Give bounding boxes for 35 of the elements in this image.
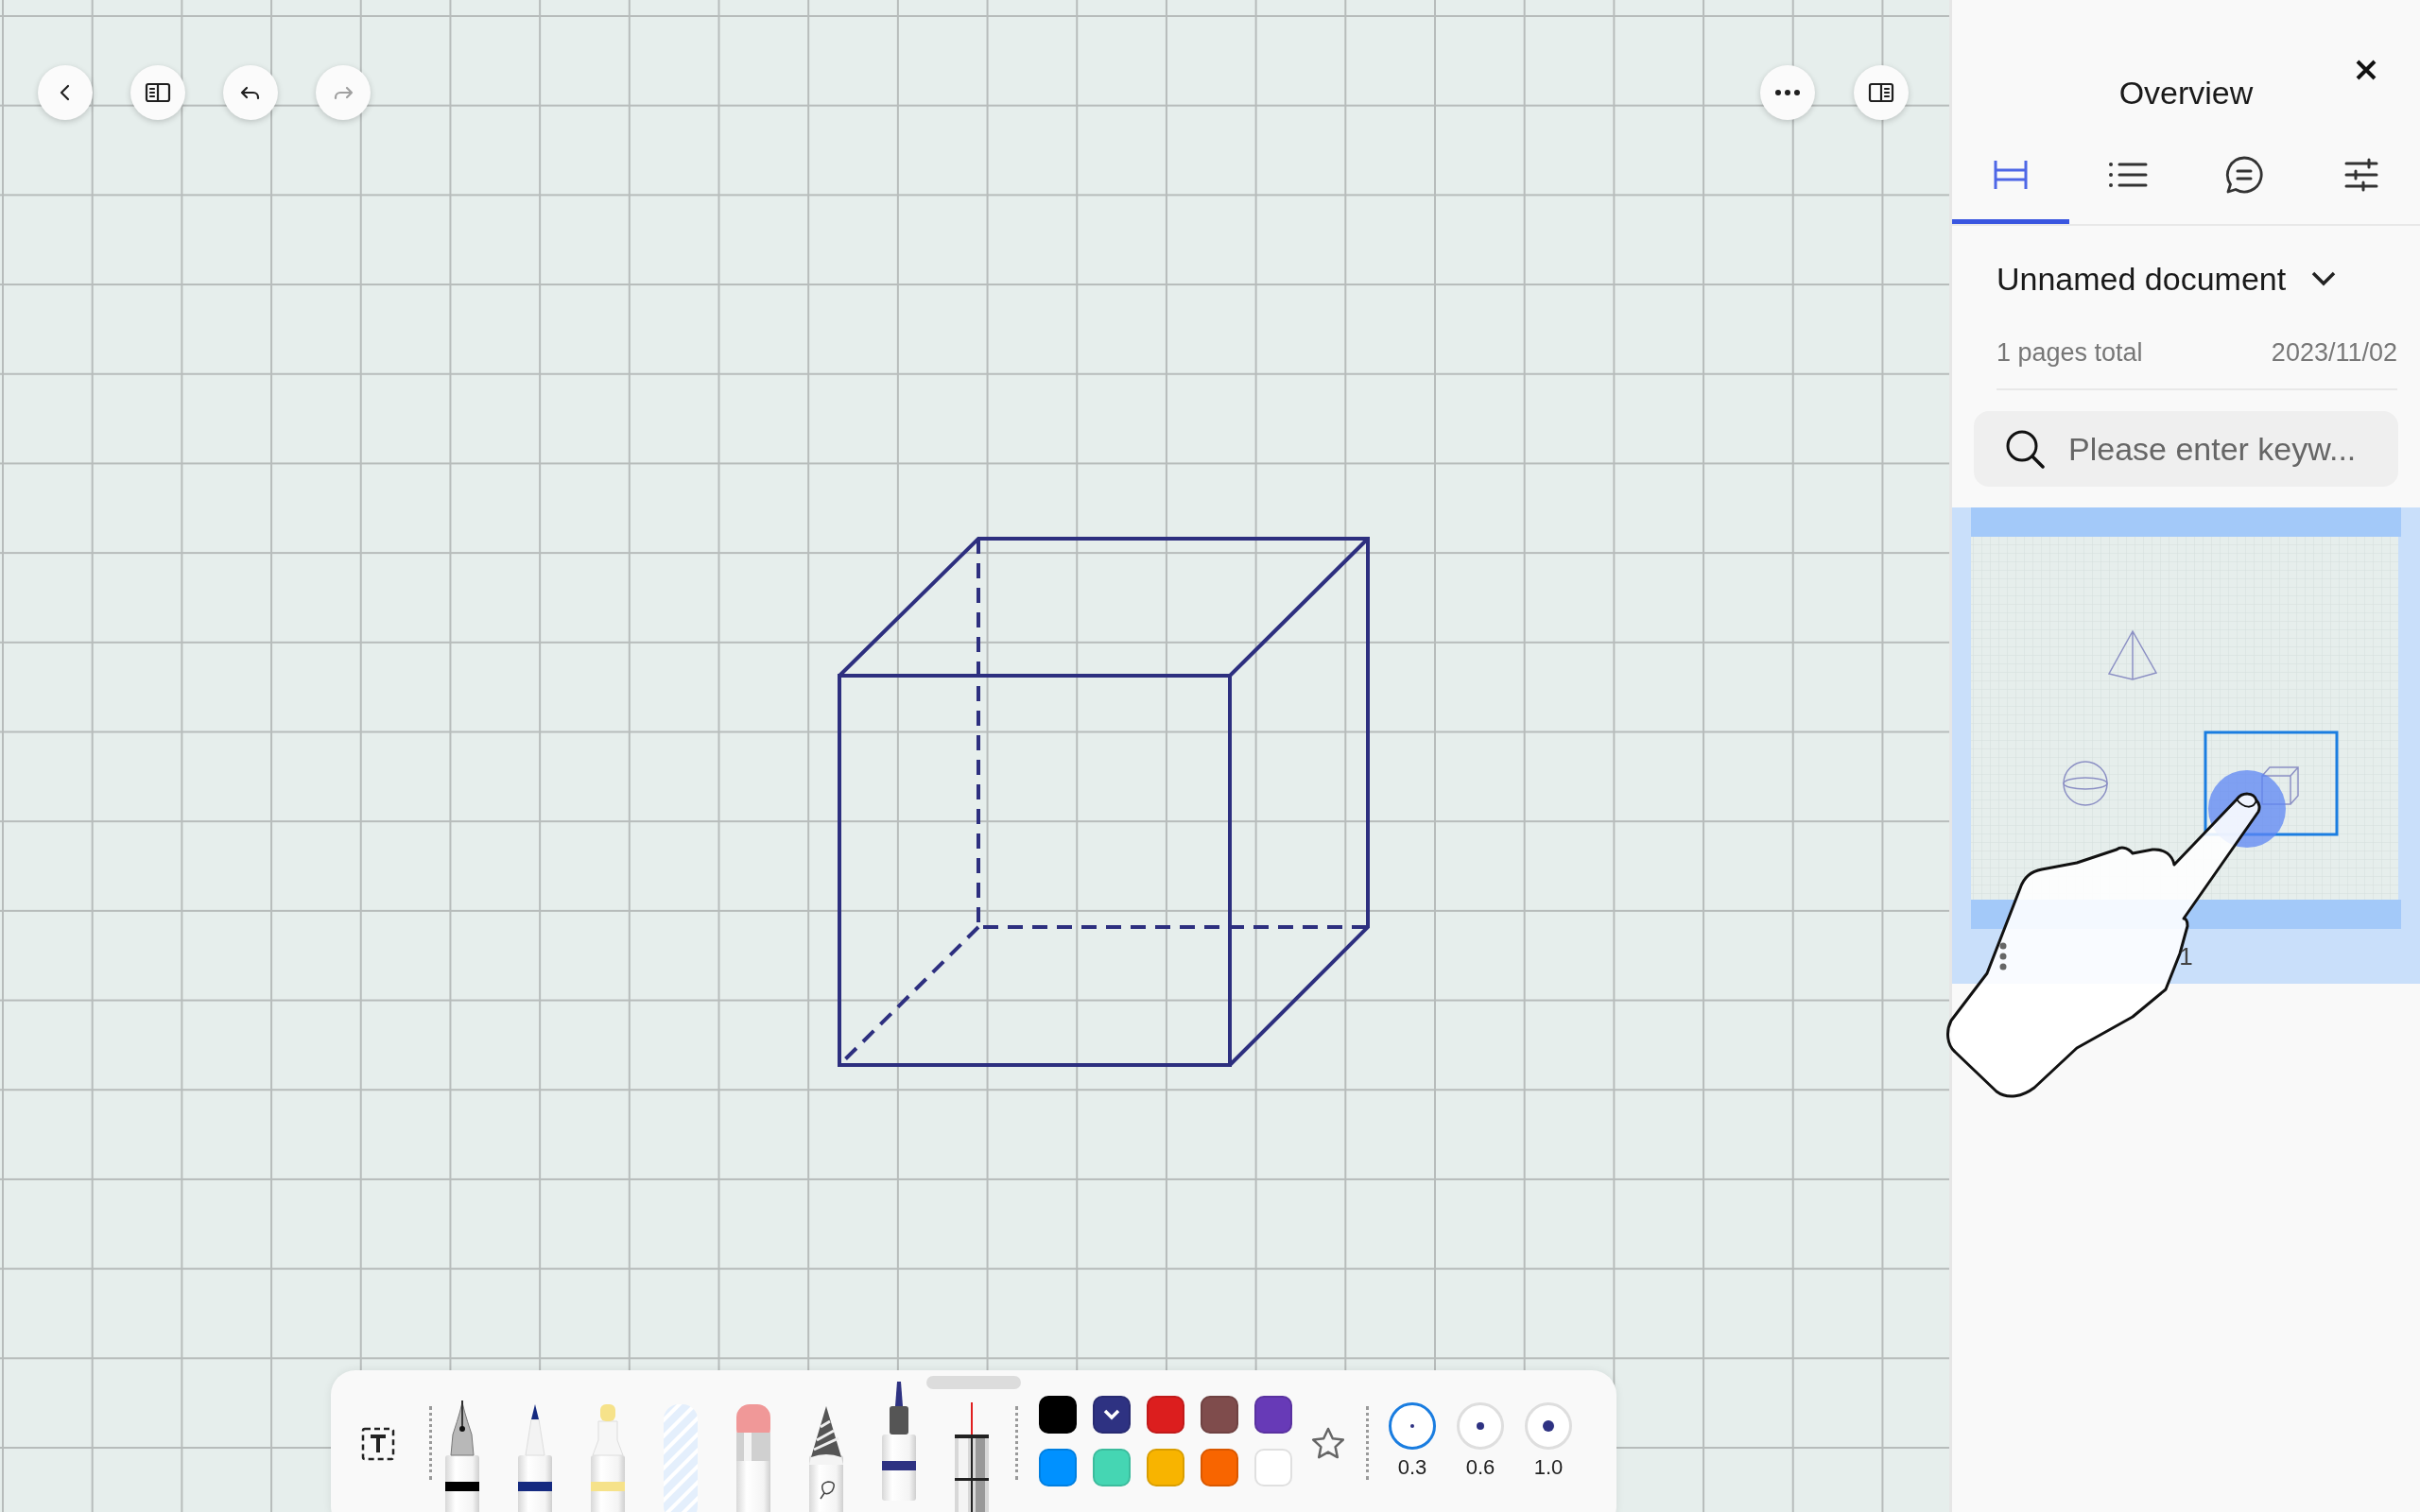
- color-swatch[interactable]: [1093, 1449, 1131, 1486]
- document-date: 2023/11/02: [2271, 337, 2397, 369]
- chevron-down-icon[interactable]: [2310, 270, 2338, 287]
- more-icon: [1774, 89, 1801, 96]
- star-icon[interactable]: [1311, 1427, 1345, 1459]
- close-icon: [2355, 59, 2377, 81]
- text-tool-icon[interactable]: [361, 1427, 395, 1461]
- panel-title: Overview: [2118, 74, 2254, 112]
- color-swatch[interactable]: [1039, 1449, 1077, 1486]
- comment-icon: [2224, 154, 2265, 195]
- more-button[interactable]: [1760, 65, 1815, 120]
- chevron-down-icon: [1103, 1409, 1120, 1420]
- sliders-icon: [2344, 157, 2379, 192]
- document-name: Unnamed document: [1996, 260, 2287, 299]
- list-icon: [2107, 161, 2148, 188]
- sidebar-icon: [1868, 81, 1894, 104]
- panel-button[interactable]: [1854, 65, 1909, 120]
- page-count: 1 pages total: [1996, 337, 2143, 369]
- drag-handle[interactable]: [926, 1376, 1021, 1389]
- color-swatch[interactable]: [1147, 1449, 1184, 1486]
- page-number: 1: [2179, 940, 2193, 972]
- color-swatch[interactable]: [1093, 1396, 1131, 1434]
- search-icon: [2005, 429, 2045, 469]
- search-field[interactable]: Please enter keyw...: [1974, 411, 2398, 487]
- more-vertical-icon[interactable]: [1999, 942, 2007, 971]
- outline-icon: [1992, 158, 2029, 191]
- color-swatch[interactable]: [1254, 1396, 1292, 1434]
- color-swatch[interactable]: [1039, 1396, 1077, 1434]
- color-swatch[interactable]: [1201, 1449, 1238, 1486]
- color-swatch[interactable]: [1201, 1396, 1238, 1434]
- sidebar-button[interactable]: [130, 65, 185, 120]
- color-swatch[interactable]: [1254, 1449, 1292, 1486]
- sidebar-icon: [145, 81, 171, 104]
- undo-button[interactable]: [223, 65, 278, 120]
- color-swatch[interactable]: [1147, 1396, 1184, 1434]
